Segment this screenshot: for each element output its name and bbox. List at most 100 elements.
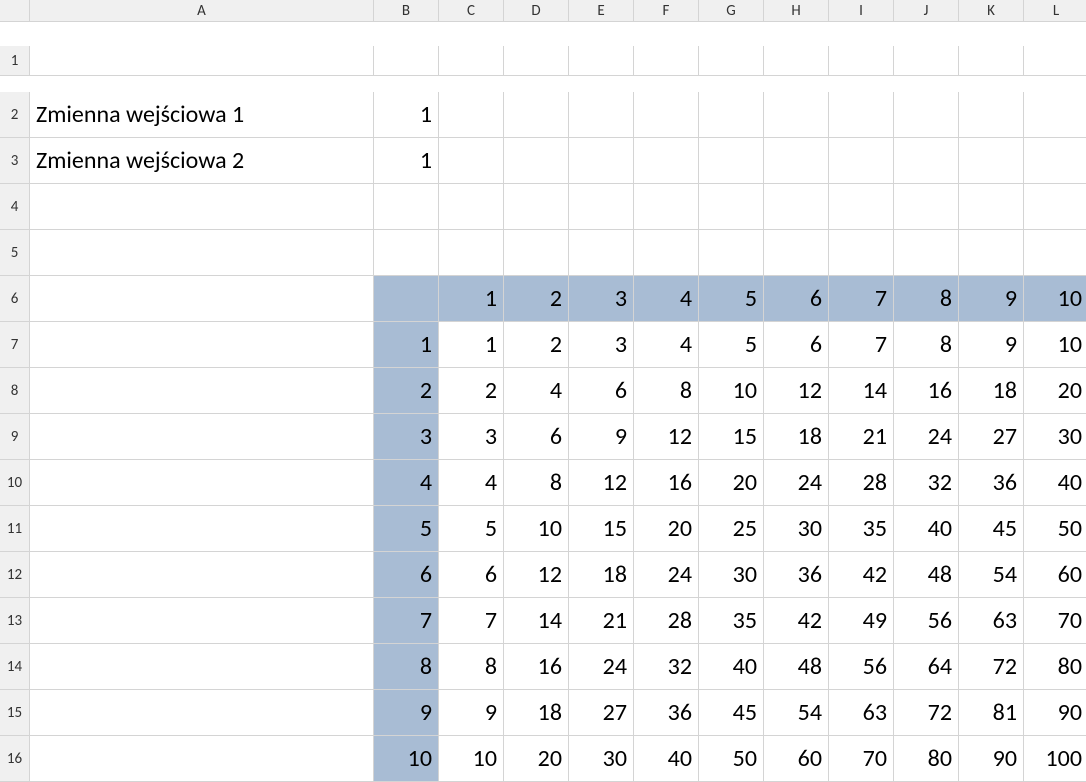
cell-F12[interactable]: 24 <box>634 552 699 598</box>
cell-H7[interactable]: 6 <box>764 322 829 368</box>
row-header-8[interactable]: 8 <box>0 368 30 414</box>
cell-F8[interactable]: 8 <box>634 368 699 414</box>
cell-K8[interactable]: 18 <box>959 368 1024 414</box>
cell-G1[interactable] <box>699 46 764 76</box>
cell-E5[interactable] <box>569 230 634 276</box>
cell-D3[interactable] <box>504 138 569 184</box>
cell-K15[interactable]: 81 <box>959 690 1024 736</box>
cell-F13[interactable]: 28 <box>634 598 699 644</box>
cell-L1[interactable] <box>1024 46 1086 76</box>
cell-J7[interactable]: 8 <box>894 322 959 368</box>
cell-J10[interactable]: 32 <box>894 460 959 506</box>
cell-I15[interactable]: 63 <box>829 690 894 736</box>
cell-D14[interactable]: 16 <box>504 644 569 690</box>
cell-G10[interactable]: 20 <box>699 460 764 506</box>
cell-H3[interactable] <box>764 138 829 184</box>
row-header-12[interactable]: 12 <box>0 552 30 598</box>
cell-L8[interactable]: 20 <box>1024 368 1086 414</box>
cell-L4[interactable] <box>1024 184 1086 230</box>
cell-B5[interactable] <box>374 230 439 276</box>
cell-G9[interactable]: 15 <box>699 414 764 460</box>
cell-J15[interactable]: 72 <box>894 690 959 736</box>
cell-B11[interactable]: 5 <box>374 506 439 552</box>
cell-A11[interactable] <box>30 506 374 552</box>
cell-C15[interactable]: 9 <box>439 690 504 736</box>
cell-E10[interactable]: 12 <box>569 460 634 506</box>
cell-L6[interactable]: 10 <box>1024 276 1086 322</box>
col-header-C[interactable]: C <box>439 0 504 22</box>
cell-G11[interactable]: 25 <box>699 506 764 552</box>
cell-C10[interactable]: 4 <box>439 460 504 506</box>
cell-L2[interactable] <box>1024 92 1086 138</box>
row-header-3[interactable]: 3 <box>0 138 30 184</box>
cell-G12[interactable]: 30 <box>699 552 764 598</box>
cell-K2[interactable] <box>959 92 1024 138</box>
cell-I13[interactable]: 49 <box>829 598 894 644</box>
cell-D10[interactable]: 8 <box>504 460 569 506</box>
cell-E6[interactable]: 3 <box>569 276 634 322</box>
row-header-13[interactable]: 13 <box>0 598 30 644</box>
cell-H14[interactable]: 48 <box>764 644 829 690</box>
cell-E15[interactable]: 27 <box>569 690 634 736</box>
row-header-5[interactable]: 5 <box>0 230 30 276</box>
col-header-F[interactable]: F <box>634 0 699 22</box>
cell-F6[interactable]: 4 <box>634 276 699 322</box>
cell-D16[interactable]: 20 <box>504 736 569 782</box>
cell-I2[interactable] <box>829 92 894 138</box>
cell-F14[interactable]: 32 <box>634 644 699 690</box>
cell-A2[interactable]: Zmienna wejściowa 1 <box>30 92 374 138</box>
cell-G14[interactable]: 40 <box>699 644 764 690</box>
cell-L14[interactable]: 80 <box>1024 644 1086 690</box>
cell-B16[interactable]: 10 <box>374 736 439 782</box>
cell-F11[interactable]: 20 <box>634 506 699 552</box>
cell-G3[interactable] <box>699 138 764 184</box>
cell-E13[interactable]: 21 <box>569 598 634 644</box>
cell-A8[interactable] <box>30 368 374 414</box>
cell-G13[interactable]: 35 <box>699 598 764 644</box>
cell-H16[interactable]: 60 <box>764 736 829 782</box>
cell-K14[interactable]: 72 <box>959 644 1024 690</box>
col-header-J[interactable]: J <box>894 0 959 22</box>
cell-J12[interactable]: 48 <box>894 552 959 598</box>
cell-H8[interactable]: 12 <box>764 368 829 414</box>
cell-C5[interactable] <box>439 230 504 276</box>
cell-K7[interactable]: 9 <box>959 322 1024 368</box>
cell-D8[interactable]: 4 <box>504 368 569 414</box>
cell-L5[interactable] <box>1024 230 1086 276</box>
col-header-D[interactable]: D <box>504 0 569 22</box>
cell-E8[interactable]: 6 <box>569 368 634 414</box>
cell-D7[interactable]: 2 <box>504 322 569 368</box>
cell-J1[interactable] <box>894 46 959 76</box>
cell-E16[interactable]: 30 <box>569 736 634 782</box>
cell-J14[interactable]: 64 <box>894 644 959 690</box>
cell-I16[interactable]: 70 <box>829 736 894 782</box>
cell-L10[interactable]: 40 <box>1024 460 1086 506</box>
cell-F4[interactable] <box>634 184 699 230</box>
row-header-11[interactable]: 11 <box>0 506 30 552</box>
cell-D5[interactable] <box>504 230 569 276</box>
col-header-A[interactable]: A <box>30 0 374 22</box>
cell-G5[interactable] <box>699 230 764 276</box>
cell-A15[interactable] <box>30 690 374 736</box>
cell-H6[interactable]: 6 <box>764 276 829 322</box>
cell-D13[interactable]: 14 <box>504 598 569 644</box>
cell-C16[interactable]: 10 <box>439 736 504 782</box>
cell-K4[interactable] <box>959 184 1024 230</box>
cell-G8[interactable]: 10 <box>699 368 764 414</box>
row-header-6[interactable]: 6 <box>0 276 30 322</box>
cell-A14[interactable] <box>30 644 374 690</box>
cell-L15[interactable]: 90 <box>1024 690 1086 736</box>
cell-L12[interactable]: 60 <box>1024 552 1086 598</box>
cell-I12[interactable]: 42 <box>829 552 894 598</box>
cell-F2[interactable] <box>634 92 699 138</box>
cell-C1[interactable] <box>439 46 504 76</box>
cell-H9[interactable]: 18 <box>764 414 829 460</box>
cell-E2[interactable] <box>569 92 634 138</box>
cell-G6[interactable]: 5 <box>699 276 764 322</box>
cell-B1[interactable] <box>374 46 439 76</box>
cell-D1[interactable] <box>504 46 569 76</box>
col-header-L[interactable]: L <box>1024 0 1086 22</box>
cell-C3[interactable] <box>439 138 504 184</box>
cell-E9[interactable]: 9 <box>569 414 634 460</box>
cell-H15[interactable]: 54 <box>764 690 829 736</box>
